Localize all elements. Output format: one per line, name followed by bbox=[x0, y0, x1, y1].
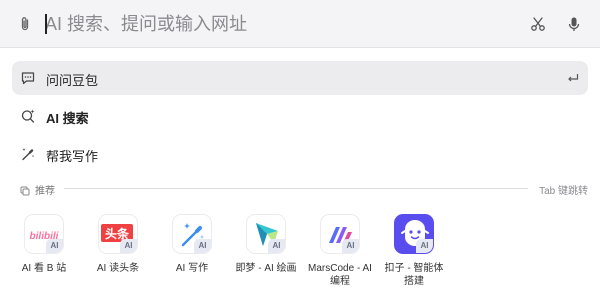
recommend-title: 推荐 bbox=[35, 186, 55, 197]
address-bar bbox=[0, 0, 600, 48]
app-ai-toutiao[interactable]: 头条 AI AI 读头条 bbox=[86, 214, 150, 294]
ai-badge: AI bbox=[120, 239, 137, 253]
coze-icon: AI bbox=[394, 214, 434, 254]
menu-item-label: 问问豆包 bbox=[46, 73, 99, 88]
marscode-icon: AI bbox=[320, 214, 360, 254]
app-label: AI 读头条 bbox=[96, 263, 140, 274]
ai-badge: AI bbox=[342, 239, 359, 253]
divider bbox=[64, 188, 528, 189]
app-label: AI 看 B 站 bbox=[21, 263, 67, 274]
app-ai-bilibili[interactable]: bilibili AI AI 看 B 站 bbox=[12, 214, 76, 294]
bilibili-icon: bilibili AI bbox=[24, 214, 64, 254]
app-label: 即梦 - AI 绘画 bbox=[235, 263, 297, 274]
app-coze[interactable]: AI 扣子 - 智能体搭建 bbox=[382, 214, 446, 294]
app-ai-writing[interactable]: AI AI 写作 bbox=[160, 214, 224, 294]
copy-icon bbox=[20, 183, 30, 196]
tab-jump-hint: Tab 键跳转 bbox=[539, 186, 588, 197]
ai-badge: AI bbox=[416, 239, 433, 253]
magic-pen-icon bbox=[20, 146, 36, 162]
app-label: MarsCode - AI 编程 bbox=[308, 263, 372, 287]
menu-item-ask-doubao[interactable]: 问问豆包 bbox=[12, 61, 588, 95]
ai-search-icon bbox=[20, 108, 36, 124]
menu-item-label: 帮我写作 bbox=[46, 149, 99, 164]
microphone-icon[interactable] bbox=[565, 15, 583, 33]
scissors-icon[interactable] bbox=[529, 15, 547, 33]
ai-badge: AI bbox=[268, 239, 285, 253]
toutiao-icon: 头条 AI bbox=[98, 214, 138, 254]
enter-icon bbox=[566, 71, 580, 85]
menu-item-label: AI 搜索 bbox=[46, 111, 89, 126]
text-caret bbox=[45, 14, 47, 34]
menu-item-help-write[interactable]: 帮我写作 bbox=[12, 137, 588, 171]
app-label: 扣子 - 智能体搭建 bbox=[384, 263, 444, 287]
recommend-header: 推荐 Tab 键跳转 bbox=[20, 181, 588, 197]
app-label: AI 写作 bbox=[175, 263, 209, 274]
app-marscode[interactable]: AI MarsCode - AI 编程 bbox=[308, 214, 372, 294]
magic-wand-icon: AI bbox=[172, 214, 212, 254]
ai-badge: AI bbox=[194, 239, 211, 253]
search-input[interactable] bbox=[45, 10, 515, 38]
menu-item-ai-search[interactable]: AI 搜索 bbox=[12, 99, 588, 133]
chat-icon bbox=[20, 70, 36, 86]
jimeng-icon: AI bbox=[246, 214, 286, 254]
ai-badge: AI bbox=[46, 239, 63, 253]
paperclip-icon[interactable] bbox=[16, 15, 34, 33]
app-jimeng-drawing[interactable]: AI 即梦 - AI 绘画 bbox=[234, 214, 298, 294]
